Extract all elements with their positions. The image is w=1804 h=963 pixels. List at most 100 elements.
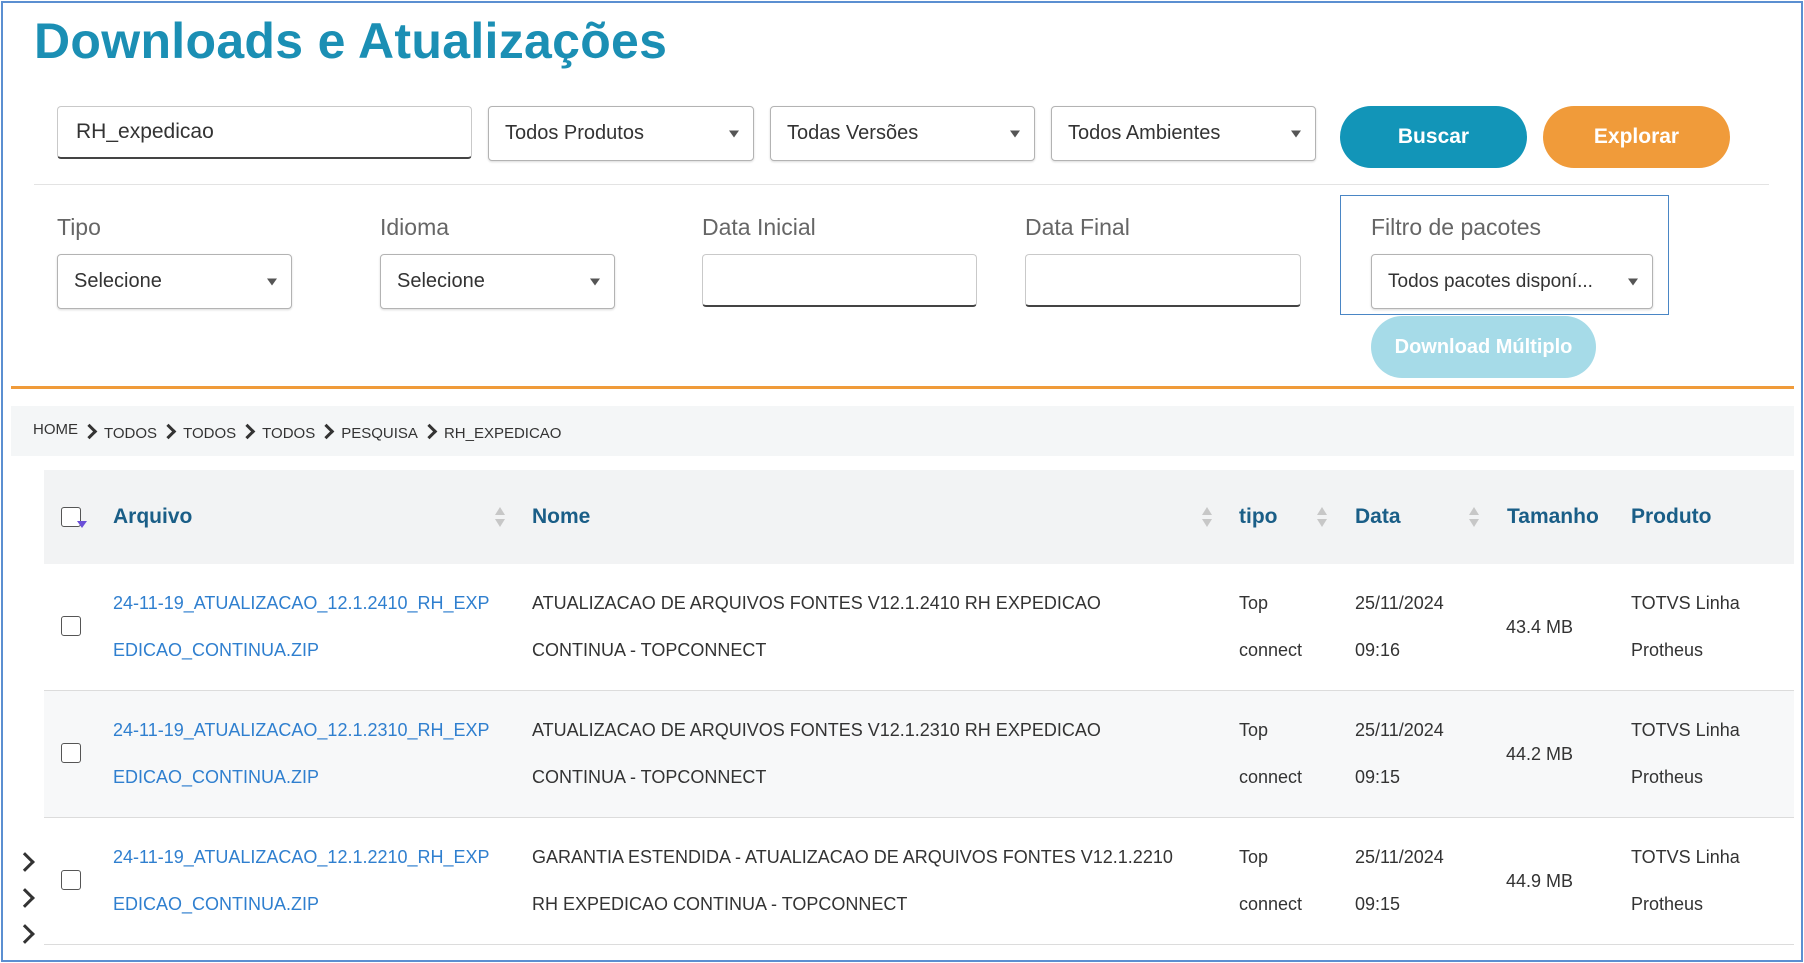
file-time-line: 09:15 [1355,767,1401,787]
dropdown-caret-icon [590,278,600,285]
file-link-line[interactable]: 24-11-19_ATUALIZACAO_12.1.2310_RH_EXP [113,707,490,754]
chevron-right-icon [239,423,256,439]
file-product: TOTVS Linha Protheus [1631,580,1740,674]
product-select-value: Todos Produtos [505,122,644,144]
file-date-line: 25/11/2024 [1355,847,1444,867]
chevron-right-icon [81,423,98,439]
pacotes-select-value: Todos pacotes disponí... [1388,270,1593,292]
file-link-line[interactable]: 24-11-19_ATUALIZACAO_12.1.2210_RH_EXP [113,834,490,881]
chevron-right-icon [421,423,438,439]
dropdown-caret-icon [729,130,739,137]
file-date: 25/11/2024 09:15 [1355,834,1444,928]
file-size: 44.2 MB [1506,744,1574,764]
version-select[interactable]: Todas Versões [770,106,1035,161]
table-row: 24-11-19_ATUALIZACAO_12.1.2210_RH_EXP ED… [44,818,1794,945]
breadcrumb-home[interactable]: HOME [33,421,78,438]
pacotes-select[interactable]: Todos pacotes disponí... [1371,254,1653,309]
file-type-line: Top [1239,847,1269,867]
file-link-line[interactable]: 24-11-19_ATUALIZACAO_12.1.2410_RH_EXP [113,580,490,627]
file-link[interactable]: 24-11-19_ATUALIZACAO_12.1.2410_RH_EXP ED… [113,580,490,674]
data-final-label: Data Final [1025,214,1130,240]
file-name: ATUALIZACAO DE ARQUIVOS FONTES V12.1.231… [532,707,1101,801]
dropdown-caret-icon [1010,130,1020,137]
table-row: 24-11-19_ATUALIZACAO_12.1.2310_RH_EXP ED… [44,691,1794,818]
dropdown-caret-icon [1291,130,1301,137]
file-link-line[interactable]: EDICAO_CONTINUA.ZIP [113,754,490,801]
product-select[interactable]: Todos Produtos [488,106,754,161]
row-checkbox[interactable] [61,870,81,890]
environment-select-value: Todos Ambientes [1068,122,1221,144]
file-date: 25/11/2024 09:15 [1355,707,1444,801]
file-product-line: Protheus [1631,894,1704,914]
results-table: Arquivo Nome tipo Data Tamanho Produto 2… [44,470,1794,945]
data-inicial-input[interactable] [702,254,977,307]
file-type-line: Top [1239,720,1269,740]
file-name: GARANTIA ESTENDIDA - ATUALIZACAO DE ARQU… [532,834,1173,928]
file-product: TOTVS Linha Protheus [1631,707,1740,801]
file-name-line: RH EXPEDICAO CONTINUA - TOPCONNECT [532,894,908,914]
chevron-right-icon [318,423,335,439]
file-link-line[interactable]: EDICAO_CONTINUA.ZIP [113,627,490,674]
version-select-value: Todas Versões [787,122,919,144]
file-type-line: connect [1239,640,1303,660]
file-time-line: 09:15 [1355,894,1401,914]
row-checkbox[interactable] [61,616,81,636]
breadcrumb-item[interactable]: TODOS [262,425,315,442]
dropdown-caret-icon [267,278,277,285]
file-date: 25/11/2024 09:16 [1355,580,1444,674]
sort-icon[interactable] [495,507,505,529]
file-name-line: CONTINUA - TOPCONNECT [532,640,767,660]
tipo-select-value: Selecione [74,270,162,292]
file-name: ATUALIZACAO DE ARQUIVOS FONTES V12.1.241… [532,580,1101,674]
pacotes-label: Filtro de pacotes [1371,214,1542,240]
file-name-line: ATUALIZACAO DE ARQUIVOS FONTES V12.1.241… [532,593,1101,613]
file-date-line: 25/11/2024 [1355,720,1444,740]
header-arquivo[interactable]: Arquivo [113,470,192,564]
idioma-select-value: Selecione [397,270,485,292]
file-product-line: TOTVS Linha [1631,593,1740,613]
file-link-line[interactable]: EDICAO_CONTINUA.ZIP [113,881,490,928]
table-header: Arquivo Nome tipo Data Tamanho Produto [44,470,1794,564]
file-product-line: Protheus [1631,767,1704,787]
data-final-input[interactable] [1025,254,1301,307]
breadcrumb-item[interactable]: PESQUISA [341,425,418,442]
file-date-line: 25/11/2024 [1355,593,1444,613]
environment-select[interactable]: Todos Ambientes [1051,106,1316,161]
header-data[interactable]: Data [1355,470,1401,564]
sort-icon[interactable] [1202,507,1212,529]
file-name-line: CONTINUA - TOPCONNECT [532,767,767,787]
section-divider [11,386,1794,389]
file-link[interactable]: 24-11-19_ATUALIZACAO_12.1.2210_RH_EXP ED… [113,834,490,928]
data-inicial-label: Data Inicial [702,214,816,240]
explore-button[interactable]: Explorar [1543,106,1730,168]
multi-download-button[interactable]: Download Múltiplo [1371,316,1596,378]
header-produto: Produto [1631,505,1712,528]
idioma-select[interactable]: Selecione [380,254,615,309]
file-product: TOTVS Linha Protheus [1631,834,1740,928]
file-type-line: Top [1239,593,1269,613]
header-tipo[interactable]: tipo [1239,470,1277,564]
chevron-right-icon [160,423,177,439]
row-checkbox[interactable] [61,743,81,763]
file-type: Top connect [1239,580,1302,674]
header-nome[interactable]: Nome [532,470,590,564]
file-product-line: TOTVS Linha [1631,847,1740,867]
file-size: 44.9 MB [1506,871,1574,891]
sort-icon[interactable] [1469,507,1479,529]
search-button[interactable]: Buscar [1340,106,1527,168]
file-size: 43.4 MB [1506,617,1574,637]
tipo-select[interactable]: Selecione [57,254,292,309]
file-type: Top connect [1239,834,1302,928]
breadcrumb-item[interactable]: TODOS [183,425,236,442]
file-time-line: 09:16 [1355,640,1401,660]
divider [34,184,1769,185]
file-type: Top connect [1239,707,1302,801]
file-type-line: connect [1239,767,1303,787]
sort-icon[interactable] [1317,507,1327,529]
chevron-down-icon[interactable] [77,521,87,528]
search-input[interactable]: RH_expedicao [57,106,472,159]
file-link[interactable]: 24-11-19_ATUALIZACAO_12.1.2310_RH_EXP ED… [113,707,490,801]
file-product-line: Protheus [1631,640,1704,660]
breadcrumb-item[interactable]: TODOS [104,425,157,442]
file-product-line: TOTVS Linha [1631,720,1740,740]
